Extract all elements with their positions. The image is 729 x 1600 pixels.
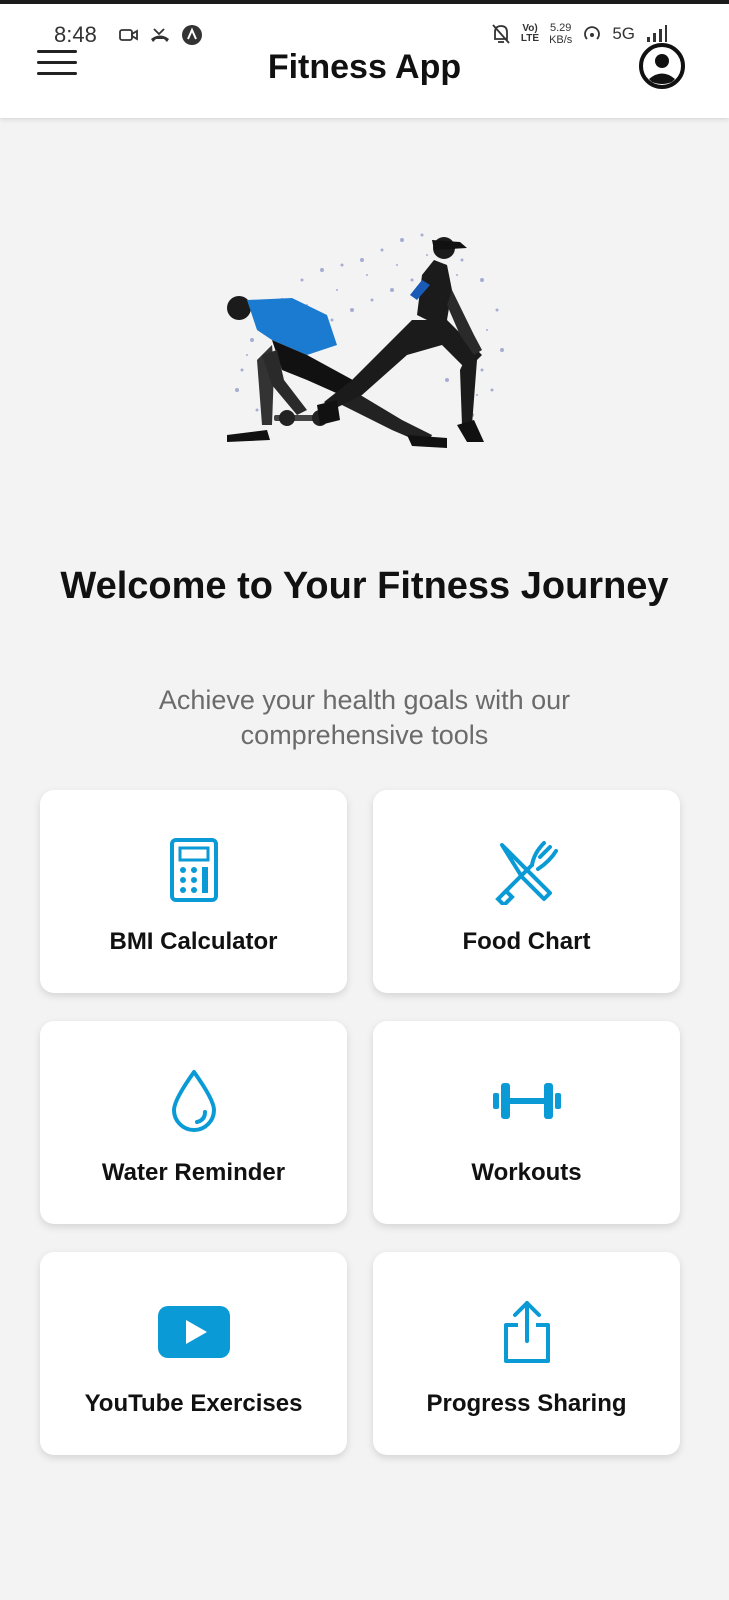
missed-call-icon [151,28,169,42]
utensils-icon [487,830,567,910]
card-label: BMI Calculator [109,928,278,955]
card-label: Workouts [471,1159,582,1186]
status-left-icons [119,24,203,46]
app-title: Fitness App [267,48,462,86]
card-label: Progress Sharing [426,1390,627,1417]
share-icon [487,1292,567,1372]
status-time: 8:48 [54,22,97,47]
signal-icon [647,25,667,42]
profile-button[interactable] [638,42,686,90]
workouts-card[interactable]: Workouts [373,1021,680,1224]
volte-indicator: Vo) LTE [521,24,539,44]
food-chart-card[interactable]: Food Chart [373,790,680,993]
hotspot-icon [584,26,601,40]
network-speed: 5.29 KB/s [549,22,572,46]
card-label: YouTube Exercises [84,1390,303,1417]
youtube-play-icon [154,1292,234,1372]
speed-unit: KB/s [549,34,573,46]
progress-sharing-card[interactable]: Progress Sharing [373,1252,680,1455]
speed-value: 5.29 [549,22,572,34]
app-bar: 8:48 Vo) LTE 5.29 KB/s 5G Fitness App [0,0,729,118]
card-label: Food Chart [462,928,591,955]
fitness-hero-image [227,233,504,448]
welcome-subtitle: Achieve your health goals with our compr… [158,685,571,750]
calculator-icon [154,830,234,910]
bmi-calculator-card[interactable]: BMI Calculator [40,790,347,993]
card-label: Water Reminder [101,1159,286,1186]
app-notification-icon [182,25,202,45]
account-circle-icon [639,43,685,89]
youtube-exercises-card[interactable]: YouTube Exercises [40,1252,347,1455]
volte-bottom-text: LTE [520,33,540,44]
water-reminder-card[interactable]: Water Reminder [40,1021,347,1224]
dumbbell-icon [487,1061,567,1141]
mute-bell-icon [492,24,510,44]
network-type: 5G [612,24,635,43]
water-drop-icon [154,1061,234,1141]
video-call-icon [119,29,138,41]
welcome-heading: Welcome to Your Fitness Journey [60,565,669,607]
